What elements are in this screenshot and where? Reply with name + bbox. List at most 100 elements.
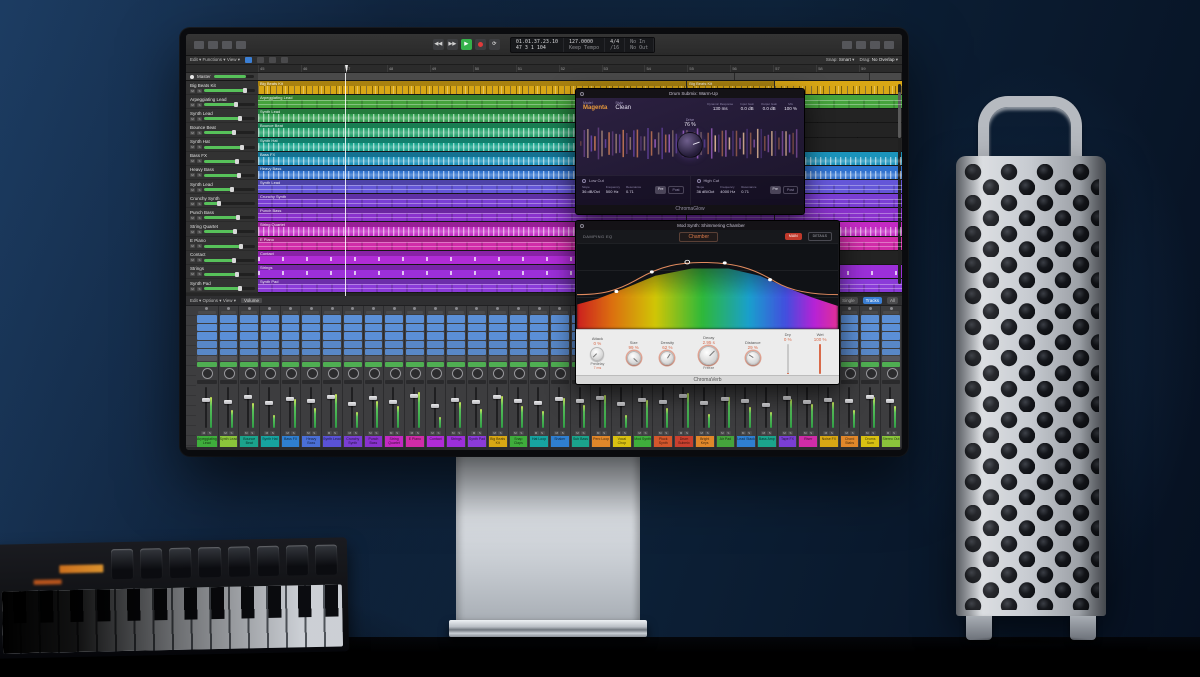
volume-fader[interactable] [385, 385, 403, 430]
input-slot[interactable] [842, 311, 858, 314]
solo-button[interactable]: S [229, 431, 234, 435]
solo-button[interactable]: S [197, 117, 202, 121]
pan-knob[interactable] [261, 367, 279, 379]
pan-knob[interactable] [385, 367, 403, 379]
volume-fader[interactable] [696, 385, 714, 430]
mute-button[interactable]: M [761, 431, 766, 435]
track-volume-slider[interactable] [204, 89, 255, 92]
volume-fader[interactable] [261, 385, 279, 430]
mute-button[interactable]: M [513, 431, 518, 435]
solo-button[interactable]: S [270, 431, 275, 435]
solo-button[interactable]: S [892, 431, 897, 435]
channel-strip[interactable]: M S Big Beats Kit [488, 306, 509, 447]
channel-name-chip[interactable]: Bass Amp [758, 436, 776, 447]
send-slots[interactable] [282, 341, 300, 355]
output-slot[interactable] [220, 356, 238, 361]
output-slot[interactable] [882, 356, 900, 361]
predelay-control[interactable]: Predelay7 ms [578, 362, 617, 370]
mute-button[interactable]: M [782, 431, 787, 435]
channel-strip[interactable]: M S Synth Lead [322, 306, 343, 447]
solo-button[interactable]: S [829, 431, 834, 435]
input-slot[interactable] [862, 311, 878, 314]
channel-strip[interactable]: M S Snap Claps [509, 306, 530, 447]
send-slots[interactable] [882, 341, 900, 355]
rewind-button[interactable]: ◀◀ [433, 39, 444, 50]
mute-button[interactable]: M [347, 431, 352, 435]
inspector-icon[interactable] [208, 41, 218, 49]
input-slot[interactable] [324, 311, 340, 314]
solo-button[interactable]: S [197, 216, 202, 220]
channel-name-chip[interactable]: Snap Claps [510, 436, 528, 447]
mute-button[interactable]: M [190, 173, 195, 177]
track-volume-slider[interactable] [204, 273, 255, 276]
menu-item[interactable]: View ▾ [227, 57, 240, 62]
mute-button[interactable]: M [201, 431, 206, 435]
track-volume-slider[interactable] [204, 103, 255, 106]
track-header[interactable]: Big Beats Kit M S [186, 81, 258, 95]
audio-fx-slots[interactable] [882, 315, 900, 340]
mute-button[interactable]: M [190, 145, 195, 149]
audio-fx-slots[interactable] [551, 315, 569, 340]
model-select[interactable]: Model Magenta [583, 101, 607, 112]
drag-menu[interactable]: Drag: No Overlap ▾ [859, 57, 898, 63]
view-single-button[interactable]: Single [839, 297, 858, 304]
audio-fx-slots[interactable] [841, 315, 859, 340]
volume-fader[interactable] [510, 385, 528, 430]
mixer-menu-item[interactable]: Options ▾ [203, 298, 223, 303]
channel-name-chip[interactable]: Vocal Chop [613, 436, 631, 447]
volume-fader[interactable] [551, 385, 569, 430]
pan-knob[interactable] [323, 367, 341, 379]
mute-button[interactable]: M [368, 431, 373, 435]
size-knob-cell[interactable]: Size99 % [617, 340, 651, 365]
zoom-tool-icon[interactable] [281, 57, 288, 63]
audio-fx-slots[interactable] [468, 315, 486, 340]
channel-name-chip[interactable]: Heavy Bass [302, 436, 320, 447]
track-volume-slider[interactable] [204, 216, 255, 219]
pan-knob[interactable] [344, 367, 362, 379]
channel-strip[interactable]: M S String Quartet [384, 306, 405, 447]
wet-slider[interactable] [819, 344, 821, 374]
mute-button[interactable]: M [658, 431, 663, 435]
record-enable-button[interactable] [882, 307, 900, 310]
solo-button[interactable]: S [498, 431, 503, 435]
track-header[interactable]: Crunchy Synth M S [186, 194, 258, 208]
mixer-menu-item[interactable]: Edit ▾ [190, 298, 203, 303]
channel-name-chip[interactable]: Chord Stabs [841, 436, 859, 447]
volume-fader[interactable] [758, 385, 776, 430]
channel-name-chip[interactable]: String Quartet [385, 436, 403, 447]
mute-button[interactable]: M [699, 431, 704, 435]
solo-button[interactable]: S [850, 431, 855, 435]
volume-fader[interactable] [799, 385, 817, 430]
mute-button[interactable]: M [492, 431, 497, 435]
mixer-icon[interactable] [236, 41, 246, 49]
solo-button[interactable]: S [477, 431, 482, 435]
mute-button[interactable]: M [844, 431, 849, 435]
track-header[interactable]: String Quartet M S [186, 222, 258, 236]
output-slot[interactable] [510, 356, 528, 361]
mute-button[interactable]: M [190, 230, 195, 234]
master-track-header[interactable]: Master [186, 73, 258, 80]
mute-button[interactable]: M [244, 431, 249, 435]
audio-fx-slots[interactable] [385, 315, 403, 340]
mute-button[interactable]: M [678, 431, 683, 435]
volume-fader[interactable] [240, 385, 258, 430]
pan-knob[interactable] [882, 367, 900, 379]
mute-button[interactable]: M [285, 431, 290, 435]
record-enable-button[interactable] [365, 307, 383, 310]
chromaverb-window[interactable]: Mod Synth: Shimmering Chamber DAMPING EQ… [575, 220, 840, 385]
send-slots[interactable] [551, 341, 569, 355]
pan-knob[interactable] [530, 367, 548, 379]
smart-controls-icon[interactable] [222, 41, 232, 49]
style-select[interactable]: Style Clean [615, 101, 631, 112]
volume-fader[interactable] [737, 385, 755, 430]
input-slot[interactable] [283, 311, 299, 314]
channel-strip[interactable]: M S Synth Lead [219, 306, 240, 447]
channel-name-chip[interactable]: Air Pad [717, 436, 735, 447]
high-cut-toggle[interactable] [697, 179, 701, 183]
mute-button[interactable]: M [637, 431, 642, 435]
master-volume-slider[interactable] [214, 75, 254, 78]
track-volume-slider[interactable] [204, 287, 255, 290]
record-enable-button[interactable] [344, 307, 362, 310]
pan-knob[interactable] [447, 367, 465, 379]
output-slot[interactable] [468, 356, 486, 361]
